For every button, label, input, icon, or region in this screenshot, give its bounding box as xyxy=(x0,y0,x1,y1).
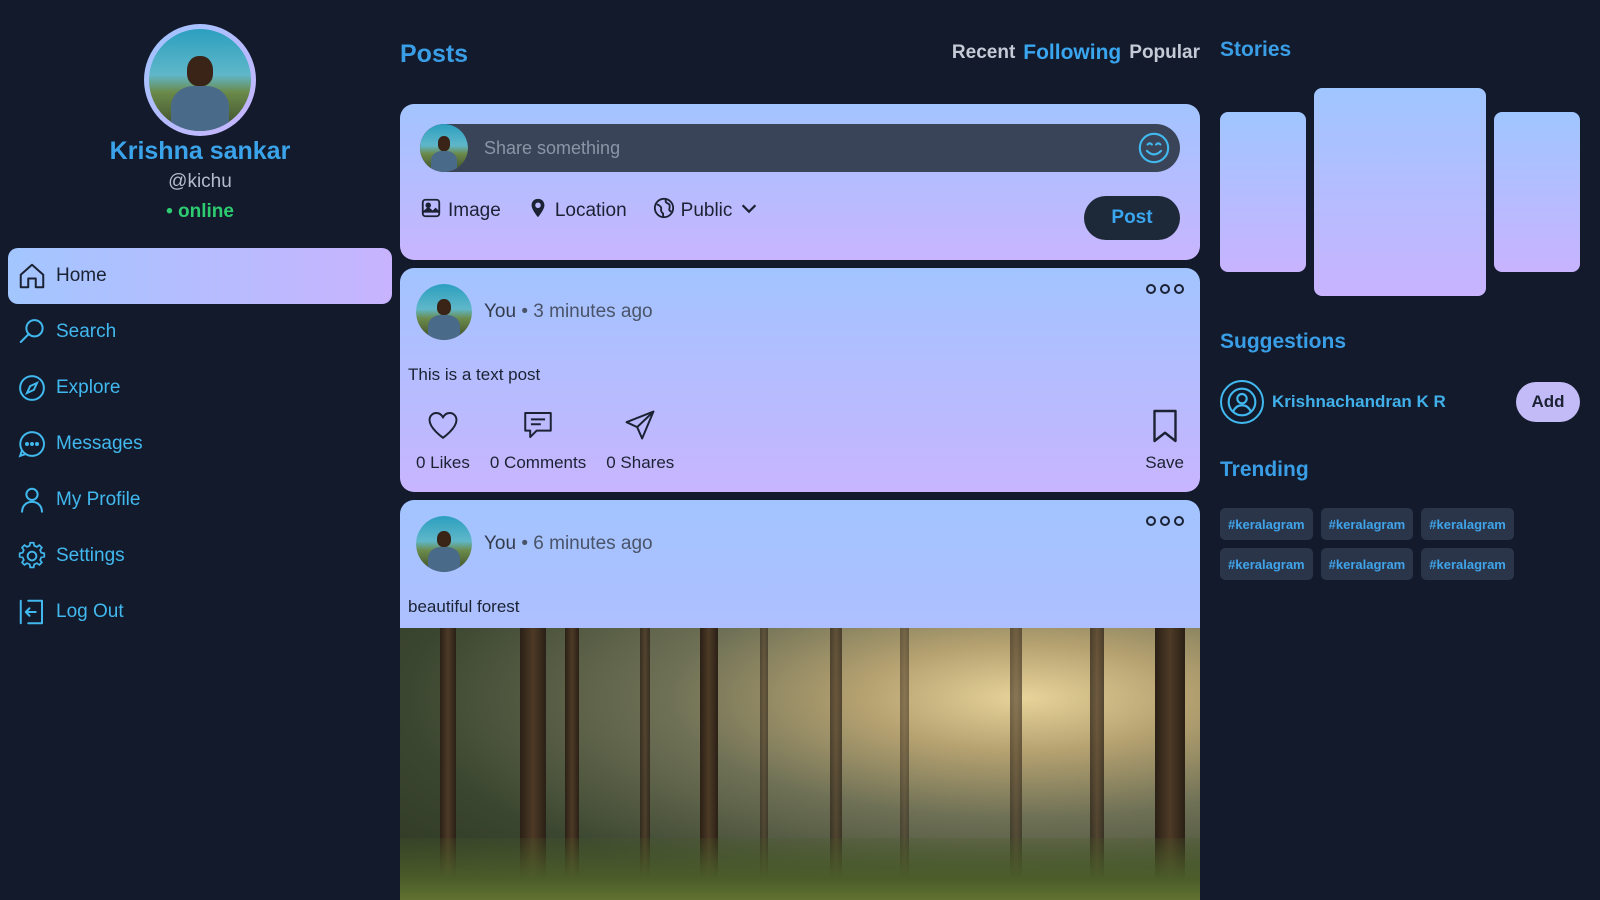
profile-avatar[interactable] xyxy=(144,24,256,136)
post-meta: You • 6 minutes ago xyxy=(484,533,653,555)
search-icon xyxy=(16,316,48,348)
like-button[interactable]: 0 Likes xyxy=(416,408,470,473)
nav-item-explore[interactable]: Explore xyxy=(8,360,392,416)
suggestions-title: Suggestions xyxy=(1220,330,1347,353)
location-pin-icon xyxy=(527,197,549,225)
filter-following[interactable]: Following xyxy=(1023,41,1121,65)
emoji-icon[interactable] xyxy=(1136,130,1172,166)
share-button[interactable]: 0 Shares xyxy=(606,408,674,473)
post-button[interactable]: Post xyxy=(1084,196,1180,240)
main-nav: Home Search Explore Messages My Profile xyxy=(8,248,392,640)
chevron-down-icon xyxy=(738,197,760,225)
comment-button[interactable]: 0 Comments xyxy=(490,408,586,473)
post-header: You • 6 minutes ago xyxy=(416,516,653,572)
left-sidebar: Krishna sankar @kichu • online Home Sear… xyxy=(0,0,392,900)
comments-count: 0 Comments xyxy=(489,453,587,472)
trending-tags: #keralagram #keralagram #keralagram #ker… xyxy=(1220,508,1540,580)
image-icon xyxy=(420,197,442,225)
post-card: You • 6 minutes ago beautiful forest xyxy=(400,500,1200,900)
nav-item-log-out[interactable]: Log Out xyxy=(8,584,392,640)
shares-count: 0 Shares xyxy=(606,453,675,472)
page-title: Posts xyxy=(400,40,469,68)
story-card[interactable] xyxy=(1494,112,1580,272)
chat-icon xyxy=(16,428,48,460)
hashtag[interactable]: #keralagram xyxy=(1320,508,1414,540)
post-author[interactable]: You xyxy=(484,533,516,554)
hashtag[interactable]: #keralagram xyxy=(1220,548,1313,580)
filter-popular[interactable]: Popular xyxy=(1129,42,1200,65)
comment-icon xyxy=(521,408,555,453)
avatar[interactable] xyxy=(416,284,472,340)
home-icon xyxy=(16,260,48,292)
post-author[interactable]: You xyxy=(484,301,516,322)
feed-filters: Recent Following Popular xyxy=(952,41,1200,65)
post-image[interactable] xyxy=(400,628,1200,900)
hashtag[interactable]: #keralagram xyxy=(1220,508,1313,540)
bookmark-icon xyxy=(1150,408,1180,453)
post-time: • 3 minutes ago xyxy=(521,301,653,322)
online-status: • online xyxy=(166,201,234,222)
post-text: This is a text post xyxy=(408,365,541,384)
nav-item-messages[interactable]: Messages xyxy=(8,416,392,472)
filter-recent[interactable]: Recent xyxy=(952,42,1015,65)
composer-tools: Image Location Public xyxy=(420,197,760,225)
gear-icon xyxy=(16,540,48,572)
visibility-dropdown[interactable]: Public xyxy=(653,197,761,225)
visibility-label: Public xyxy=(680,200,733,221)
profile-name: Krishna sankar xyxy=(109,137,291,165)
nav-item-label: My Profile xyxy=(56,489,141,510)
nav-item-label: Home xyxy=(56,265,107,286)
suggestion-name[interactable]: Krishnachandran K R xyxy=(1272,392,1446,412)
hashtag[interactable]: #keralagram xyxy=(1320,548,1414,580)
location-label: Location xyxy=(554,200,627,221)
post-meta: You • 3 minutes ago xyxy=(484,301,653,323)
story-card[interactable] xyxy=(1314,88,1486,296)
suggestion-item: Krishnachandran K R Add xyxy=(1220,380,1580,424)
avatar[interactable] xyxy=(416,516,472,572)
post-card: You • 3 minutes ago This is a text post … xyxy=(400,268,1200,492)
nav-item-label: Settings xyxy=(56,545,125,566)
nav-item-my-profile[interactable]: My Profile xyxy=(8,472,392,528)
avatar xyxy=(420,124,468,172)
user-icon xyxy=(16,484,48,516)
stories-title: Stories xyxy=(1220,38,1292,61)
likes-count: 0 Likes xyxy=(416,453,470,472)
post-time: • 6 minutes ago xyxy=(521,533,653,554)
heart-icon xyxy=(426,408,460,453)
nav-item-settings[interactable]: Settings xyxy=(8,528,392,584)
hashtag[interactable]: #keralagram xyxy=(1421,548,1514,580)
post-header: You • 3 minutes ago xyxy=(416,284,653,340)
nav-item-home[interactable]: Home xyxy=(8,248,392,304)
save-button[interactable]: Save xyxy=(1145,408,1184,473)
image-label: Image xyxy=(448,200,501,221)
nav-item-label: Search xyxy=(56,321,117,342)
add-image-button[interactable]: Image xyxy=(420,197,501,225)
profile-handle: @kichu xyxy=(168,171,232,192)
story-card[interactable] xyxy=(1220,112,1306,272)
trending-title: Trending xyxy=(1220,458,1309,481)
share-bar xyxy=(420,124,1180,172)
add-friend-button[interactable]: Add xyxy=(1516,382,1580,422)
add-location-button[interactable]: Location xyxy=(527,197,627,225)
send-icon xyxy=(623,408,657,453)
more-options-icon[interactable] xyxy=(1146,284,1184,294)
nav-item-label: Log Out xyxy=(56,601,124,622)
globe-icon xyxy=(653,197,675,225)
user-circle-icon[interactable] xyxy=(1220,380,1264,424)
share-input[interactable] xyxy=(484,137,1136,159)
logout-icon xyxy=(16,596,48,628)
nav-item-label: Messages xyxy=(56,433,143,454)
hashtag[interactable]: #keralagram xyxy=(1421,508,1514,540)
nav-item-label: Explore xyxy=(56,377,121,398)
compass-icon xyxy=(16,372,48,404)
post-text: beautiful forest xyxy=(408,597,520,616)
post-composer: Image Location Public Post xyxy=(400,104,1200,260)
nav-item-search[interactable]: Search xyxy=(8,304,392,360)
save-label: Save xyxy=(1145,453,1184,472)
more-options-icon[interactable] xyxy=(1146,516,1184,526)
post-actions: 0 Likes 0 Comments 0 Shares xyxy=(416,408,674,473)
